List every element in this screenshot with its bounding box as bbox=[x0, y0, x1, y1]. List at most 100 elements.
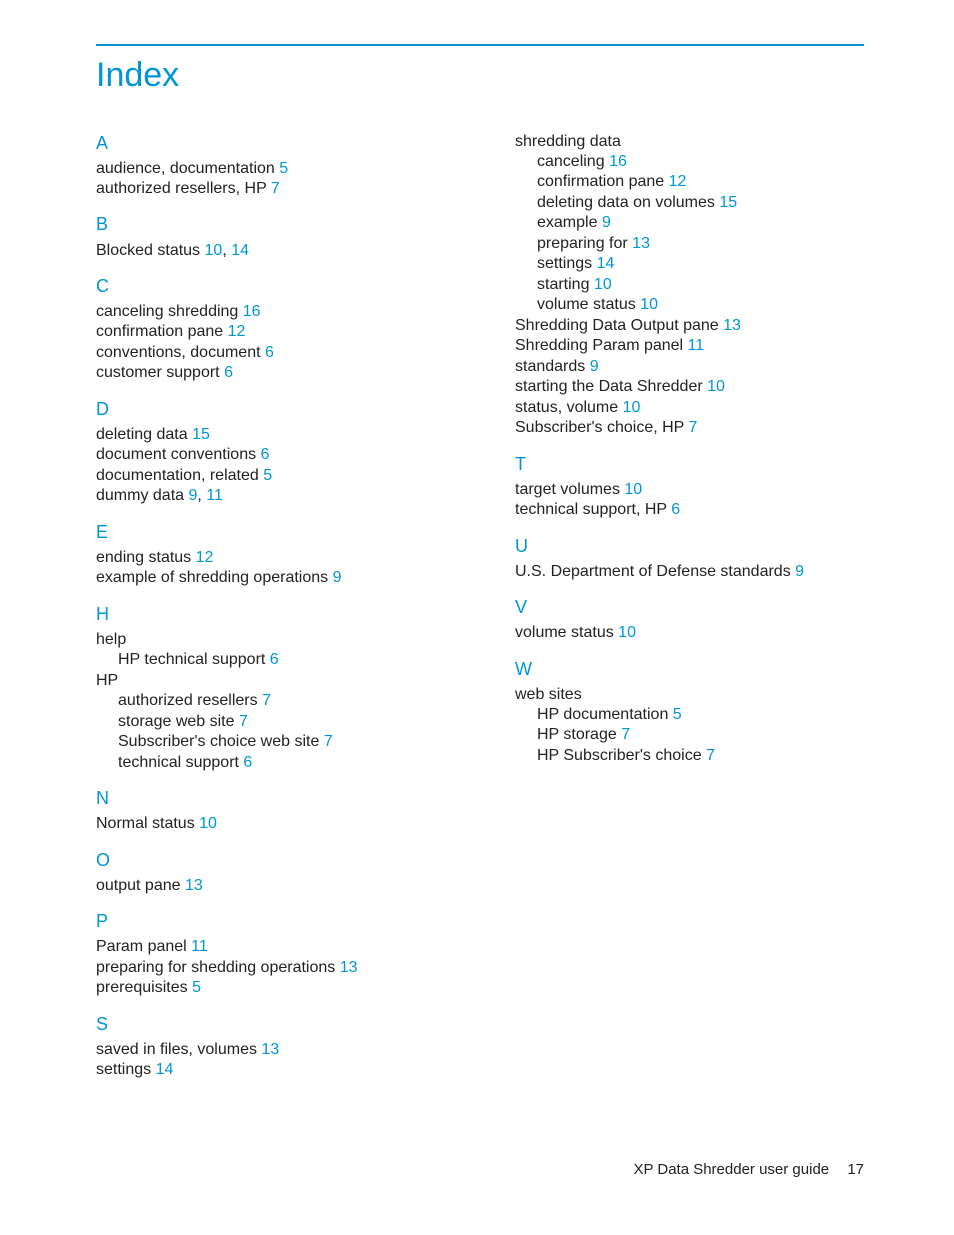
index-entry-text: deleting data on volumes bbox=[537, 194, 715, 211]
page-ref-link[interactable]: 6 bbox=[671, 501, 680, 518]
page-ref-link[interactable]: 6 bbox=[261, 446, 270, 463]
page-ref-link[interactable]: 6 bbox=[224, 364, 233, 381]
index-entry: shredding data bbox=[515, 132, 864, 152]
page-ref-link[interactable]: 7 bbox=[239, 713, 248, 730]
page-ref-link[interactable]: 9 bbox=[590, 358, 599, 375]
footer-page-number: 17 bbox=[847, 1161, 864, 1178]
index-entry-text: technical support, HP bbox=[515, 501, 667, 518]
index-entry-text: example of shredding operations bbox=[96, 569, 328, 586]
page-ref-link[interactable]: 9 bbox=[333, 569, 342, 586]
index-entry-text: document conventions bbox=[96, 446, 256, 463]
page-ref-link[interactable]: 10 bbox=[205, 242, 223, 259]
index-entry: documentation, related 5 bbox=[96, 466, 445, 486]
page-ref-link[interactable]: 5 bbox=[279, 160, 288, 177]
index-entry: prerequisites 5 bbox=[96, 978, 445, 998]
page-ref-link[interactable]: 16 bbox=[609, 153, 627, 170]
index-entry-text: HP documentation bbox=[537, 706, 668, 723]
page-ref-link[interactable]: 6 bbox=[270, 651, 279, 668]
index-entry-text: HP bbox=[96, 672, 118, 689]
page-ref-link[interactable]: 13 bbox=[261, 1041, 279, 1058]
page-ref-link[interactable]: 7 bbox=[621, 726, 630, 743]
page-ref-link[interactable]: 5 bbox=[192, 979, 201, 996]
page-ref-link[interactable]: 7 bbox=[271, 180, 280, 197]
index-entry-text: authorized resellers bbox=[118, 692, 258, 709]
index-entry-text: dummy data bbox=[96, 487, 184, 504]
index-subentry: settings 14 bbox=[537, 254, 864, 274]
index-entry-text: volume status bbox=[515, 624, 614, 641]
page-ref-link[interactable]: 5 bbox=[673, 706, 682, 723]
page-ref-link[interactable]: 13 bbox=[632, 235, 650, 252]
index-entry: ending status 12 bbox=[96, 548, 445, 568]
index-subentry: preparing for 13 bbox=[537, 234, 864, 254]
index-entry-text: technical support bbox=[118, 754, 239, 771]
page-ref-link[interactable]: 9 bbox=[602, 214, 611, 231]
page-title: Index bbox=[96, 54, 864, 98]
index-entry-text: U.S. Department of Defense standards bbox=[515, 563, 791, 580]
page-ref-link[interactable]: 10 bbox=[594, 276, 612, 293]
page-ref-link[interactable]: 10 bbox=[199, 815, 217, 832]
page-ref-link[interactable]: 7 bbox=[262, 692, 271, 709]
index-entry: deleting data 15 bbox=[96, 425, 445, 445]
index-entry-text: HP Subscriber's choice bbox=[537, 747, 702, 764]
index-entry-text: starting the Data Shredder bbox=[515, 378, 703, 395]
index-letter: V bbox=[515, 596, 864, 619]
index-entry-text: example bbox=[537, 214, 597, 231]
index-entry: web sites bbox=[515, 685, 864, 705]
index-entry: confirmation pane 12 bbox=[96, 322, 445, 342]
page: Index Aaudience, documentation 5authoriz… bbox=[0, 0, 954, 1235]
index-entry-text: canceling shredding bbox=[96, 303, 238, 320]
page-ref-link[interactable]: 13 bbox=[340, 959, 358, 976]
index-letter: U bbox=[515, 535, 864, 558]
index-entry-text: status, volume bbox=[515, 399, 618, 416]
index-entry-text: documentation, related bbox=[96, 467, 259, 484]
page-ref-link[interactable]: 6 bbox=[265, 344, 274, 361]
page-ref-link[interactable]: 10 bbox=[707, 378, 725, 395]
page-ref-link[interactable]: 12 bbox=[669, 173, 687, 190]
page-ref-link[interactable]: 10 bbox=[640, 296, 658, 313]
page-ref-link[interactable]: 13 bbox=[723, 317, 741, 334]
index-entry-text: Subscriber's choice web site bbox=[118, 733, 319, 750]
page-ref-link[interactable]: 10 bbox=[624, 481, 642, 498]
page-ref-link[interactable]: 14 bbox=[231, 242, 249, 259]
page-ref-link[interactable]: 7 bbox=[324, 733, 333, 750]
page-ref-link[interactable]: 7 bbox=[706, 747, 715, 764]
index-entry-text: confirmation pane bbox=[537, 173, 664, 190]
index-entry-text: Subscriber's choice, HP bbox=[515, 419, 684, 436]
page-ref-link[interactable]: 9 bbox=[795, 563, 804, 580]
index-entry-text: ending status bbox=[96, 549, 191, 566]
page-ref-link[interactable]: 15 bbox=[192, 426, 210, 443]
index-entry-text: output pane bbox=[96, 877, 181, 894]
page-ref-link[interactable]: 11 bbox=[688, 337, 705, 354]
index-entry-text: preparing for shedding operations bbox=[96, 959, 335, 976]
index-subentry: deleting data on volumes 15 bbox=[537, 193, 864, 213]
index-entry-text: prerequisites bbox=[96, 979, 188, 996]
index-subentry: authorized resellers 7 bbox=[118, 691, 445, 711]
index-letter: P bbox=[96, 910, 445, 933]
index-entry-text: confirmation pane bbox=[96, 323, 223, 340]
index-entry: Shredding Data Output pane 13 bbox=[515, 316, 864, 336]
index-entry: canceling shredding 16 bbox=[96, 302, 445, 322]
page-ref-link[interactable]: 6 bbox=[243, 754, 252, 771]
page-ref-link[interactable]: 10 bbox=[623, 399, 641, 416]
page-ref-link[interactable]: 11 bbox=[206, 487, 223, 504]
page-ref-link[interactable]: 13 bbox=[185, 877, 203, 894]
page-ref-link[interactable]: 5 bbox=[263, 467, 272, 484]
index-entry-text: Shredding Data Output pane bbox=[515, 317, 719, 334]
page-ref-link[interactable]: 10 bbox=[618, 624, 636, 641]
page-ref-link[interactable]: 15 bbox=[719, 194, 737, 211]
page-ref-link[interactable]: 14 bbox=[597, 255, 615, 272]
page-ref-link[interactable]: 14 bbox=[156, 1061, 174, 1078]
page-ref-link[interactable]: 12 bbox=[228, 323, 246, 340]
page-ref-link[interactable]: 11 bbox=[191, 938, 208, 955]
index-entry-text: Blocked status bbox=[96, 242, 200, 259]
page-ref-link[interactable]: 16 bbox=[243, 303, 261, 320]
index-entry-text: authorized resellers, HP bbox=[96, 180, 266, 197]
footer-text: XP Data Shredder user guide bbox=[633, 1161, 829, 1178]
index-subentry: HP Subscriber's choice 7 bbox=[537, 746, 864, 766]
index-entry-text: saved in files, volumes bbox=[96, 1041, 257, 1058]
page-ref-link[interactable]: 12 bbox=[196, 549, 214, 566]
page-ref-link[interactable]: 7 bbox=[689, 419, 698, 436]
top-rule bbox=[96, 44, 864, 46]
index-subentry: canceling 16 bbox=[537, 152, 864, 172]
index-entry: help bbox=[96, 630, 445, 650]
